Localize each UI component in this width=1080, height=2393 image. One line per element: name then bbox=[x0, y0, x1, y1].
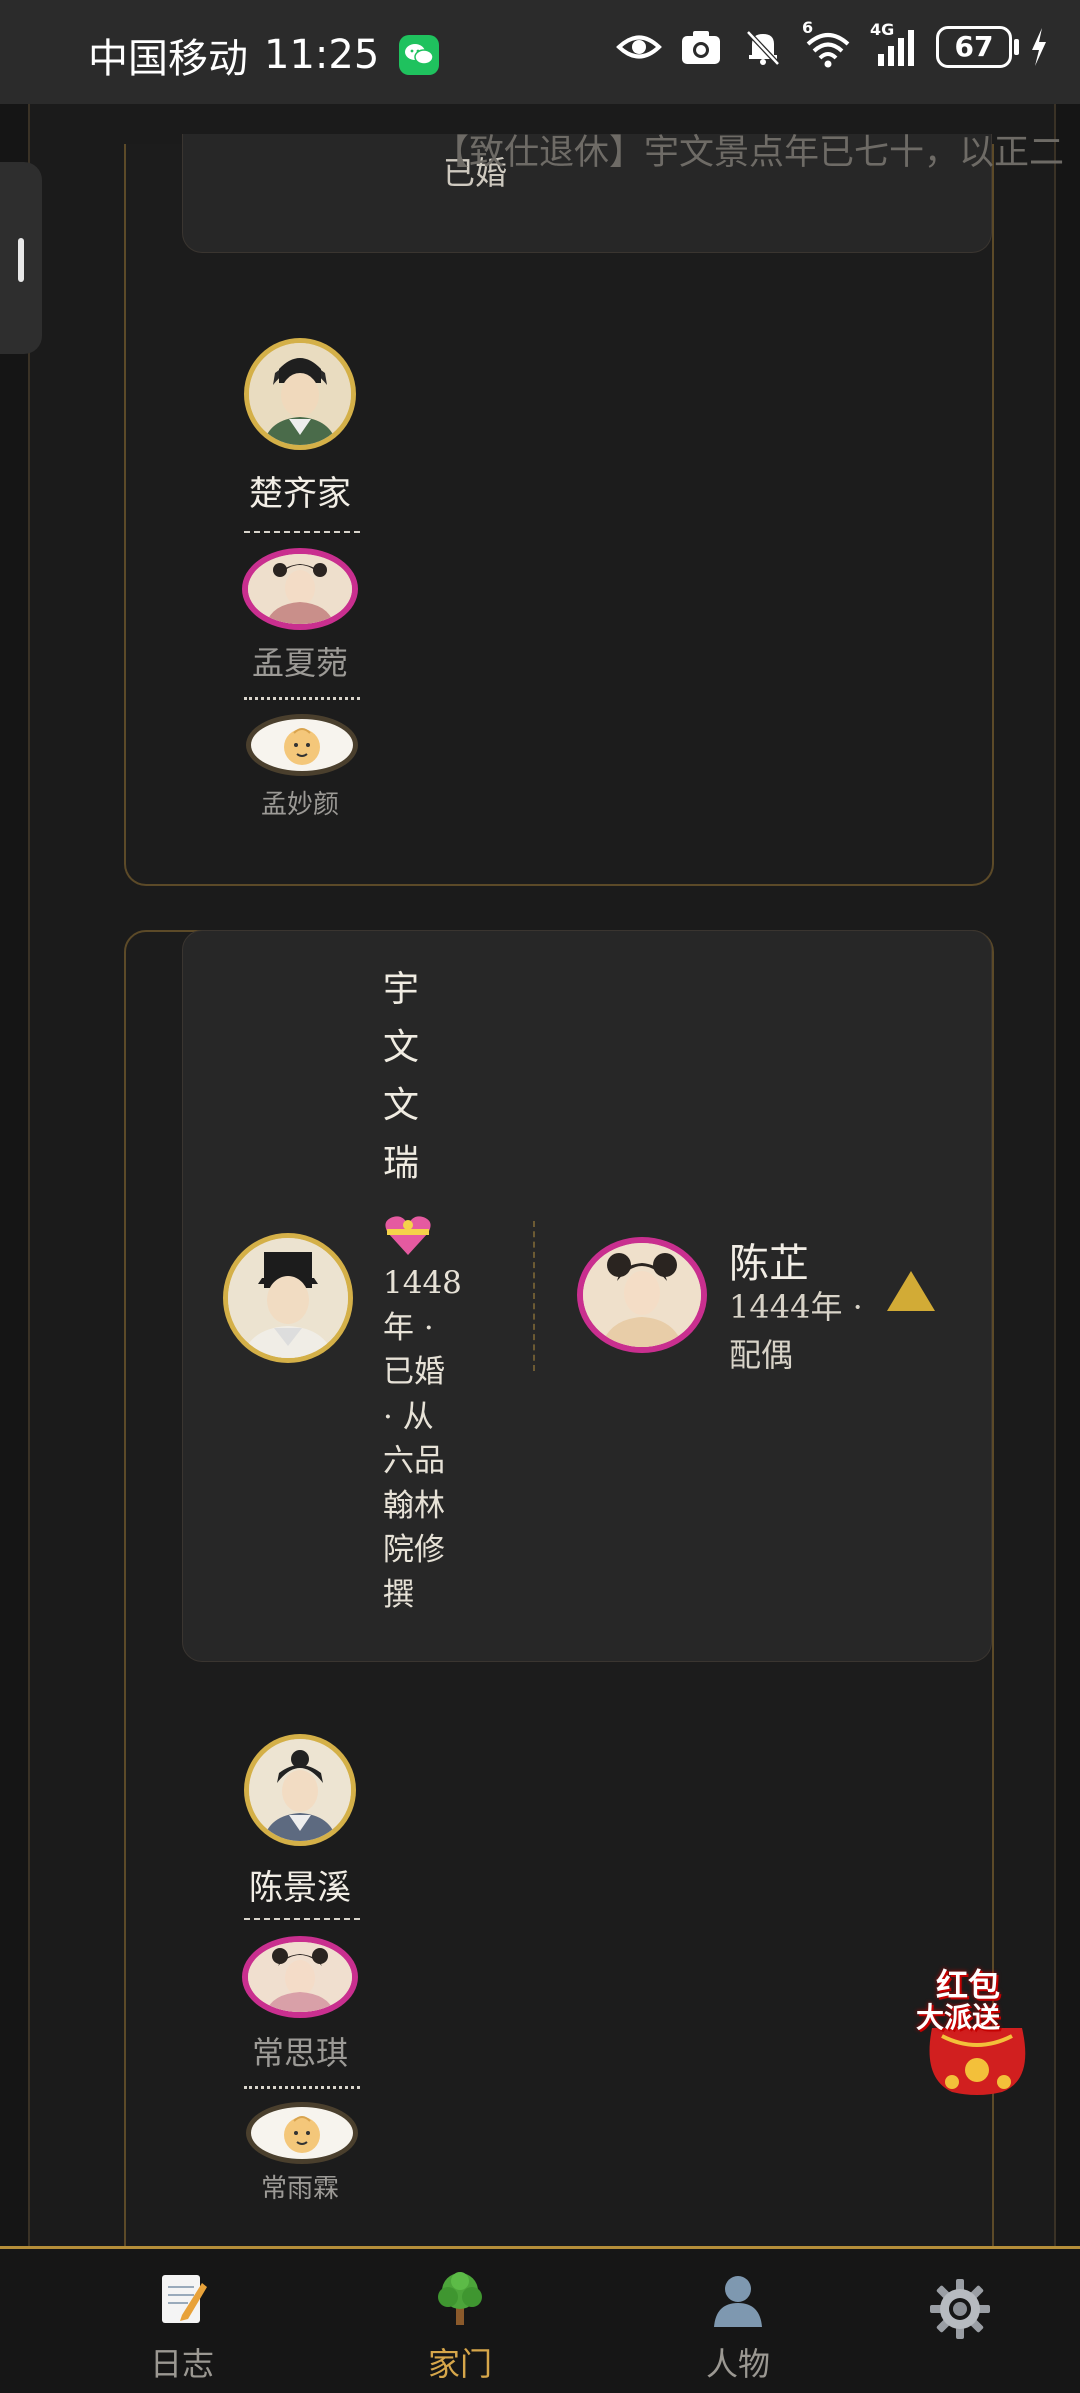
child-name[interactable]: 陈景溪 bbox=[230, 1860, 370, 1909]
baby-name[interactable]: 常雨霖 bbox=[230, 2168, 370, 2205]
family-card: 宇 文 文 瑞 1448 年 · 已婚 · 从 六品 翰林 院修 撰 陈芷 14… bbox=[124, 930, 994, 2272]
side-drawer-handle[interactable] bbox=[0, 162, 42, 354]
tree-icon bbox=[430, 2269, 490, 2329]
meta-line: 六品 bbox=[383, 1443, 445, 1479]
head-name-vertical[interactable]: 宇 文 文 瑞 bbox=[383, 961, 443, 1193]
name-char: 文 bbox=[383, 1027, 420, 1068]
clock: 11:25 bbox=[264, 32, 380, 78]
name-char: 瑞 bbox=[383, 1143, 420, 1184]
meta-line: 配偶 bbox=[729, 1336, 794, 1374]
spouse-separator bbox=[533, 1221, 535, 1371]
nav-item-characters[interactable]: 人物 bbox=[658, 2269, 818, 2385]
baby-name[interactable]: 孟妙颜 bbox=[230, 784, 370, 821]
memo-icon bbox=[152, 2269, 212, 2329]
status-bar: 中国移动 11:25 6 4G 67 bbox=[0, 0, 1080, 104]
family-tree-page[interactable]: 已婚 楚齐家 孟夏菀 孟妙颜 【致仕退休】宇文景点年已七十，以正二 宇 文 文 … bbox=[0, 104, 1080, 2272]
marriage-divider bbox=[244, 531, 360, 533]
event-log-ticker: 【致仕退休】宇文景点年已七十，以正二 bbox=[434, 133, 1065, 173]
baby-avatar[interactable] bbox=[246, 714, 358, 776]
family-head-panel[interactable]: 宇 文 文 瑞 1448 年 · 已婚 · 从 六品 翰林 院修 撰 陈芷 14… bbox=[182, 930, 992, 1662]
charging-icon bbox=[1028, 24, 1050, 70]
meta-line: 年 · bbox=[383, 1309, 434, 1346]
carrier-name: 中国移动 bbox=[88, 36, 248, 82]
head-spouse-name[interactable]: 陈芷 bbox=[729, 1231, 809, 1289]
meta-line: 院修 bbox=[383, 1532, 445, 1568]
wifi-icon: 6 bbox=[802, 18, 854, 70]
mute-bell-icon bbox=[740, 24, 786, 70]
nav-label: 日志 bbox=[149, 2345, 214, 2383]
red-packet-promo[interactable]: 红包 大派送 bbox=[912, 1958, 1042, 2098]
name-char: 文 bbox=[383, 1085, 420, 1126]
head-portrait-avatar[interactable] bbox=[223, 1233, 353, 1363]
child-divider bbox=[244, 697, 360, 700]
bottom-nav: 日志 家门 人物 bbox=[0, 2246, 1080, 2393]
spouse-name[interactable]: 常思琪 bbox=[230, 2028, 370, 2074]
nav-label: 人物 bbox=[705, 2345, 770, 2383]
wifi-generation-label: 6 bbox=[802, 18, 814, 37]
portrait-avatar[interactable] bbox=[244, 1734, 356, 1846]
gear-icon bbox=[928, 2277, 990, 2339]
name-char: 宇 bbox=[383, 969, 420, 1010]
network-type-label: 4G bbox=[870, 20, 895, 39]
nav-item-family[interactable]: 家门 bbox=[380, 2269, 540, 2385]
head-spouse-avatar[interactable] bbox=[577, 1237, 707, 1353]
cell-signal-icon: 4G bbox=[870, 20, 920, 70]
nav-label: 家门 bbox=[427, 2345, 492, 2383]
meta-line: 已婚 bbox=[383, 1354, 445, 1390]
head-meta: 1448 年 · 已婚 · 从 六品 翰林 院修 撰 bbox=[383, 1261, 462, 1617]
spouse-avatar[interactable] bbox=[242, 548, 358, 630]
family-card: 已婚 楚齐家 孟夏菀 孟妙颜 bbox=[124, 134, 994, 886]
person-icon bbox=[708, 2269, 768, 2329]
meta-line: 1448 bbox=[383, 1265, 462, 1301]
wechat-icon bbox=[399, 35, 440, 75]
married-heart-icon bbox=[383, 1213, 433, 1261]
nav-item-journal[interactable]: 日志 bbox=[102, 2269, 262, 2385]
camera-icon bbox=[678, 24, 724, 70]
promo-line2: 大派送 bbox=[916, 2001, 1001, 2034]
spouse-name[interactable]: 孟夏菀 bbox=[230, 638, 370, 684]
portrait-avatar[interactable] bbox=[244, 338, 356, 450]
head-spouse-meta: 1444年 · 配偶 bbox=[729, 1283, 863, 1379]
collapse-triangle-icon[interactable] bbox=[887, 1271, 935, 1311]
marriage-divider bbox=[244, 1918, 360, 1920]
child-divider bbox=[244, 2086, 360, 2089]
meta-line: · 从 bbox=[383, 1398, 434, 1435]
eye-icon bbox=[616, 24, 662, 70]
baby-avatar[interactable] bbox=[246, 2102, 358, 2164]
nav-item-settings[interactable] bbox=[878, 2277, 1038, 2339]
child-name[interactable]: 楚齐家 bbox=[230, 466, 370, 515]
battery-indicator: 67 bbox=[936, 26, 1019, 68]
meta-line: 撰 bbox=[383, 1576, 414, 1613]
meta-line: 1444年 · bbox=[729, 1288, 863, 1326]
drawer-grip bbox=[18, 238, 24, 282]
spouse-avatar[interactable] bbox=[242, 1936, 358, 2018]
meta-line: 翰林 bbox=[383, 1487, 445, 1524]
